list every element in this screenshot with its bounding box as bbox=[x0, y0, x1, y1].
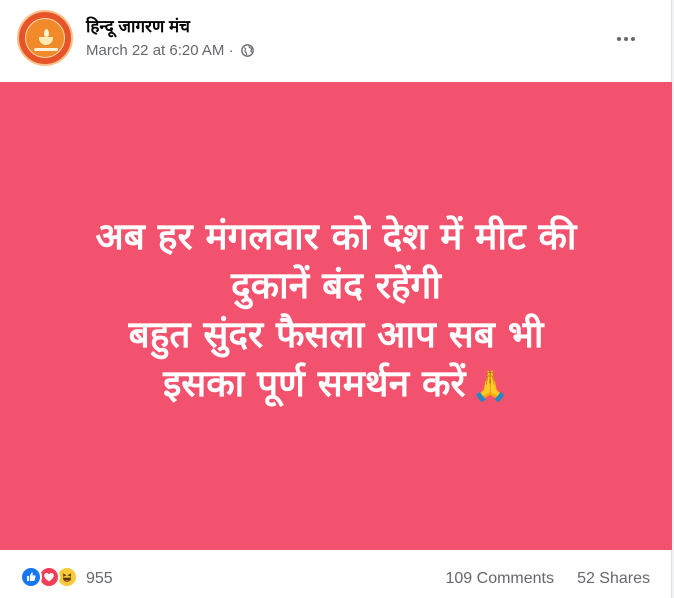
more-options-dot bbox=[631, 37, 635, 41]
banner-line: इसका पूर्ण समर्थन करें bbox=[163, 362, 466, 405]
meta-separator: · bbox=[228, 42, 234, 59]
more-options-icon bbox=[617, 37, 621, 41]
post-meta: March 22 at 6:20 AM · bbox=[86, 42, 254, 61]
post-header: हिन्दू जागरण मंच March 22 at 6:20 AM · bbox=[0, 0, 672, 82]
post-text-banner[interactable]: अब हर मंगलवार को देश में मीट की दुकानें … bbox=[0, 82, 672, 550]
avatar-logo-icon bbox=[25, 18, 65, 58]
comments-count-link[interactable]: 109 Comments bbox=[446, 570, 555, 588]
more-options-dot bbox=[624, 37, 628, 41]
shares-count-link[interactable]: 52 Shares bbox=[577, 570, 650, 588]
page-avatar[interactable] bbox=[17, 10, 73, 66]
reaction-count[interactable]: 955 bbox=[86, 570, 113, 588]
banner-text: अब हर मंगलवार को देश में मीट की दुकानें … bbox=[0, 212, 672, 411]
post-timestamp[interactable]: March 22 at 6:20 AM bbox=[86, 42, 224, 59]
banner-line-with-emoji: इसका पूर्ण समर्थन करें 🙏 bbox=[0, 359, 672, 411]
logo-band bbox=[34, 48, 58, 51]
banner-line: बहुत सुंदर फैसला आप सब भी bbox=[128, 313, 544, 356]
more-options-button[interactable] bbox=[608, 20, 644, 56]
banner-line: दुकानें बंद रहेंगी bbox=[231, 264, 441, 307]
post-card: हिन्दू जागरण मंच March 22 at 6:20 AM · अ… bbox=[0, 0, 672, 598]
lamp-icon bbox=[39, 37, 53, 45]
globe-icon[interactable] bbox=[240, 44, 254, 61]
flame-icon bbox=[44, 29, 49, 37]
folded-hands-icon: 🙏 bbox=[471, 369, 509, 404]
banner-line: अब हर मंगलवार को देश में मीट की bbox=[95, 215, 577, 258]
page-name-link[interactable]: हिन्दू जागरण मंच bbox=[86, 14, 190, 37]
like-icon bbox=[20, 566, 42, 588]
post-footer: 955 109 Comments 52 Shares bbox=[0, 550, 672, 598]
